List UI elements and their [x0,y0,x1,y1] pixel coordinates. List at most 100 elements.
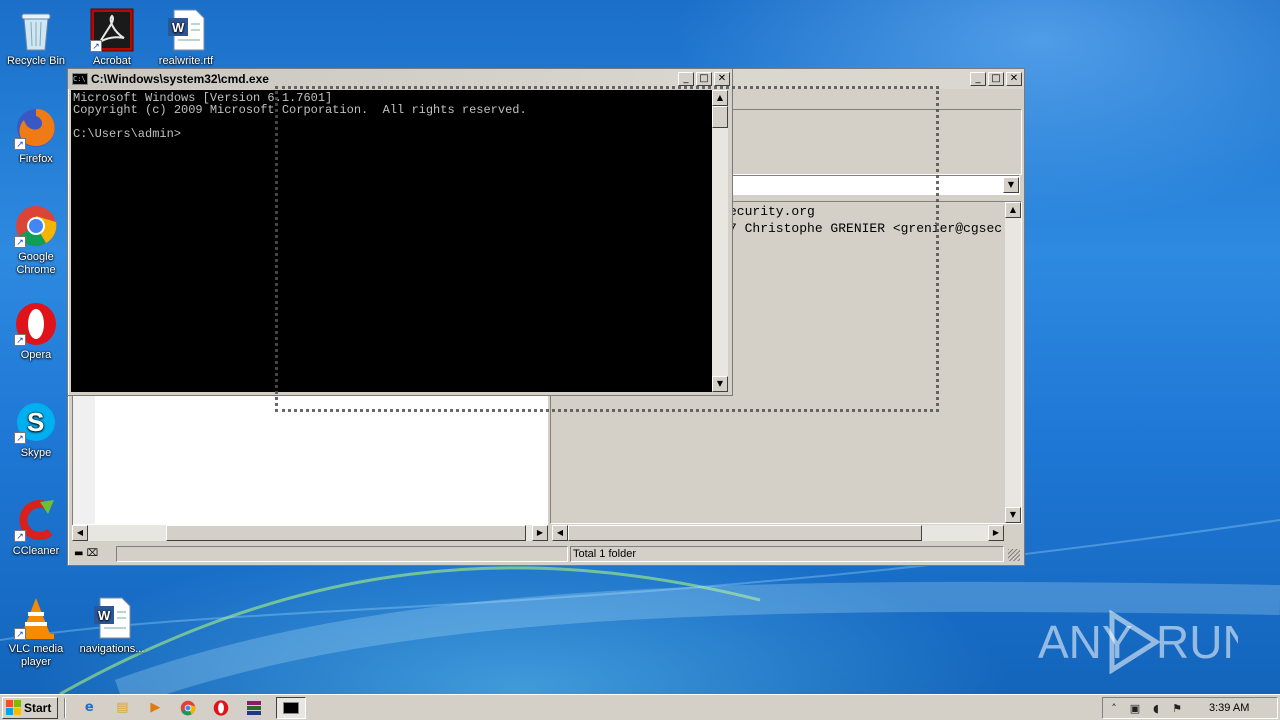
skype-icon: S ↗ [14,400,58,444]
tree-indent-column [73,394,95,524]
scroll-down-button[interactable]: ▼ [712,376,728,392]
close-button[interactable]: ✕ [1006,72,1022,86]
svg-text:S: S [27,407,44,437]
taskbar: Start e ▤ ▶ ˄ ▣ ◖ ⚑ 3:39 AM [0,694,1280,720]
folder-tree-pane[interactable] [72,393,548,541]
scroll-thumb[interactable] [166,525,526,541]
status-right-field: Total 1 folder [570,546,1004,562]
status-right-text: Total 1 folder [573,548,636,560]
desktop-icon-acrobat[interactable]: ↗ Acrobat [76,8,148,68]
network-icon[interactable]: ▣ [1128,701,1142,715]
taskbar-separator [64,697,67,718]
scroll-right-button[interactable]: ▶ [532,525,548,541]
console-line: Copyright (c) 2009 Microsoft Corporation… [73,103,527,117]
flag-icon[interactable]: ⚑ [1170,701,1184,715]
close-button[interactable]: ✕ [714,72,730,86]
opera-icon[interactable] [210,697,232,719]
desktop-icon-ccleaner[interactable]: ↗ CCleaner [0,498,72,558]
ccleaner-icon: ↗ [14,498,58,542]
chevron-up-icon[interactable]: ˄ [1107,701,1121,715]
desktop-icon-vlc[interactable]: ↗ VLC media player [0,596,72,669]
maximize-button[interactable]: □ [696,72,712,86]
desktop-icon-label: Recycle Bin [6,55,66,67]
shortcut-arrow-icon: ↗ [14,628,26,640]
desktop-icon-label: Google Chrome [16,251,56,276]
scroll-up-button[interactable]: ▲ [1005,202,1021,218]
svg-text:W: W [98,608,111,623]
cmd-icon [283,701,300,714]
desktop-icon-skype[interactable]: S ↗ Skype [0,400,72,460]
cmd-icon: C:\ [72,73,88,85]
shortcut-arrow-icon: ↗ [14,138,26,150]
cmd-window[interactable]: C:\ C:\Windows\system32\cmd.exe _ □ ✕ Mi… [67,68,733,396]
desktop-icon-label: navigations... [79,643,145,655]
scroll-left-button[interactable]: ◀ [552,525,568,541]
svg-text:W: W [172,20,185,35]
resize-grip-icon[interactable] [1008,549,1020,561]
svg-text:ANY: ANY [1038,616,1133,668]
shortcut-arrow-icon: ↗ [14,334,26,346]
shortcut-arrow-icon: ↗ [90,40,102,52]
cmd-window-titlebar[interactable]: C:\ C:\Windows\system32\cmd.exe _ □ ✕ [68,69,732,89]
tree-horizontal-scrollbar[interactable]: ◀ ▶ [72,525,548,541]
windows-logo-icon [6,700,21,715]
desktop-icon-realwrite[interactable]: W realwrite.rtf [150,8,222,68]
chevron-down-icon[interactable]: ▼ [1003,177,1019,193]
minimize-button[interactable]: _ [970,72,986,86]
shortcut-arrow-icon: ↗ [14,236,26,248]
maximize-button[interactable]: □ [988,72,1004,86]
info-horizontal-scrollbar[interactable]: ◀ ▶ [552,525,1004,541]
explorer-icon[interactable]: ▤ [111,697,133,719]
desktop-icon-firefox[interactable]: ↗ Firefox [0,106,72,166]
shortcut-arrow-icon: ↗ [14,530,26,542]
media-player-icon[interactable]: ▶ [144,697,166,719]
winrar-icon[interactable] [243,697,265,719]
scroll-down-button[interactable]: ▼ [1005,507,1021,523]
ie-icon[interactable]: e [78,697,100,719]
desktop-icon-label: Opera [20,349,52,361]
cmd-window-title: C:\Windows\system32\cmd.exe [91,72,269,86]
volume-icon[interactable]: ◖ [1149,701,1163,715]
status-left-field [116,546,568,562]
desktop-icon-label: Acrobat [93,55,131,67]
desktop-icon-opera[interactable]: ↗ Opera [0,302,72,362]
vlc-icon: ↗ [14,596,58,640]
desktop-icon-label: realwrite.rtf [158,55,214,67]
desktop-icon-navigations[interactable]: W navigations... [76,596,148,656]
info-text-line: ecurity.org [729,204,815,219]
info-pane-vertical-scrollbar[interactable]: ▲ ▼ [1005,202,1021,523]
info-text-line: 7 Christophe GRENIER <grenier@cgsec [729,221,1003,236]
svg-text:RUN: RUN [1156,616,1238,668]
clock[interactable]: 3:39 AM [1209,702,1249,714]
minimize-button[interactable]: _ [678,72,694,86]
desktop-icon-label: VLC media player [8,643,64,668]
desktop-icon-chrome[interactable]: ↗ Google Chrome [0,204,72,277]
scroll-right-button[interactable]: ▶ [988,525,1004,541]
back-window-toolbar [732,109,1022,175]
console-prompt: C:\Users\admin> [73,127,182,141]
start-button[interactable]: Start [2,696,59,719]
drive-icon: ▬ ⌧ [74,548,99,559]
console-output[interactable]: Microsoft Windows [Version 6.1.7601] Cop… [71,90,712,392]
chrome-icon[interactable] [177,697,199,719]
scroll-thumb[interactable] [712,106,728,128]
cmd-vertical-scrollbar[interactable]: ▲ ▼ [712,90,728,392]
anyrun-watermark: ANY RUN [1038,608,1256,675]
path-dropdown[interactable]: ▼ [732,175,1020,195]
desktop-icon-label: Skype [20,447,52,459]
desktop-icon-label: CCleaner [12,545,60,557]
desktop-icon-recycle-bin[interactable]: Recycle Bin [0,8,72,68]
status-bar: ▬ ⌧ Total 1 folder [70,545,1022,563]
scroll-up-button[interactable]: ▲ [712,90,728,106]
chrome-icon: ↗ [14,204,58,248]
recycle-bin-icon [14,8,58,52]
acrobat-icon: ↗ [90,8,134,52]
scroll-thumb[interactable] [568,525,922,541]
cmd-taskbar-button[interactable] [276,696,307,719]
firefox-icon: ↗ [14,106,58,150]
word-document-icon: W [164,8,208,52]
scroll-left-button[interactable]: ◀ [72,525,88,541]
word-document-icon: W [90,596,134,640]
system-tray: ˄ ▣ ◖ ⚑ 3:39 AM [1102,697,1278,719]
opera-icon: ↗ [14,302,58,346]
